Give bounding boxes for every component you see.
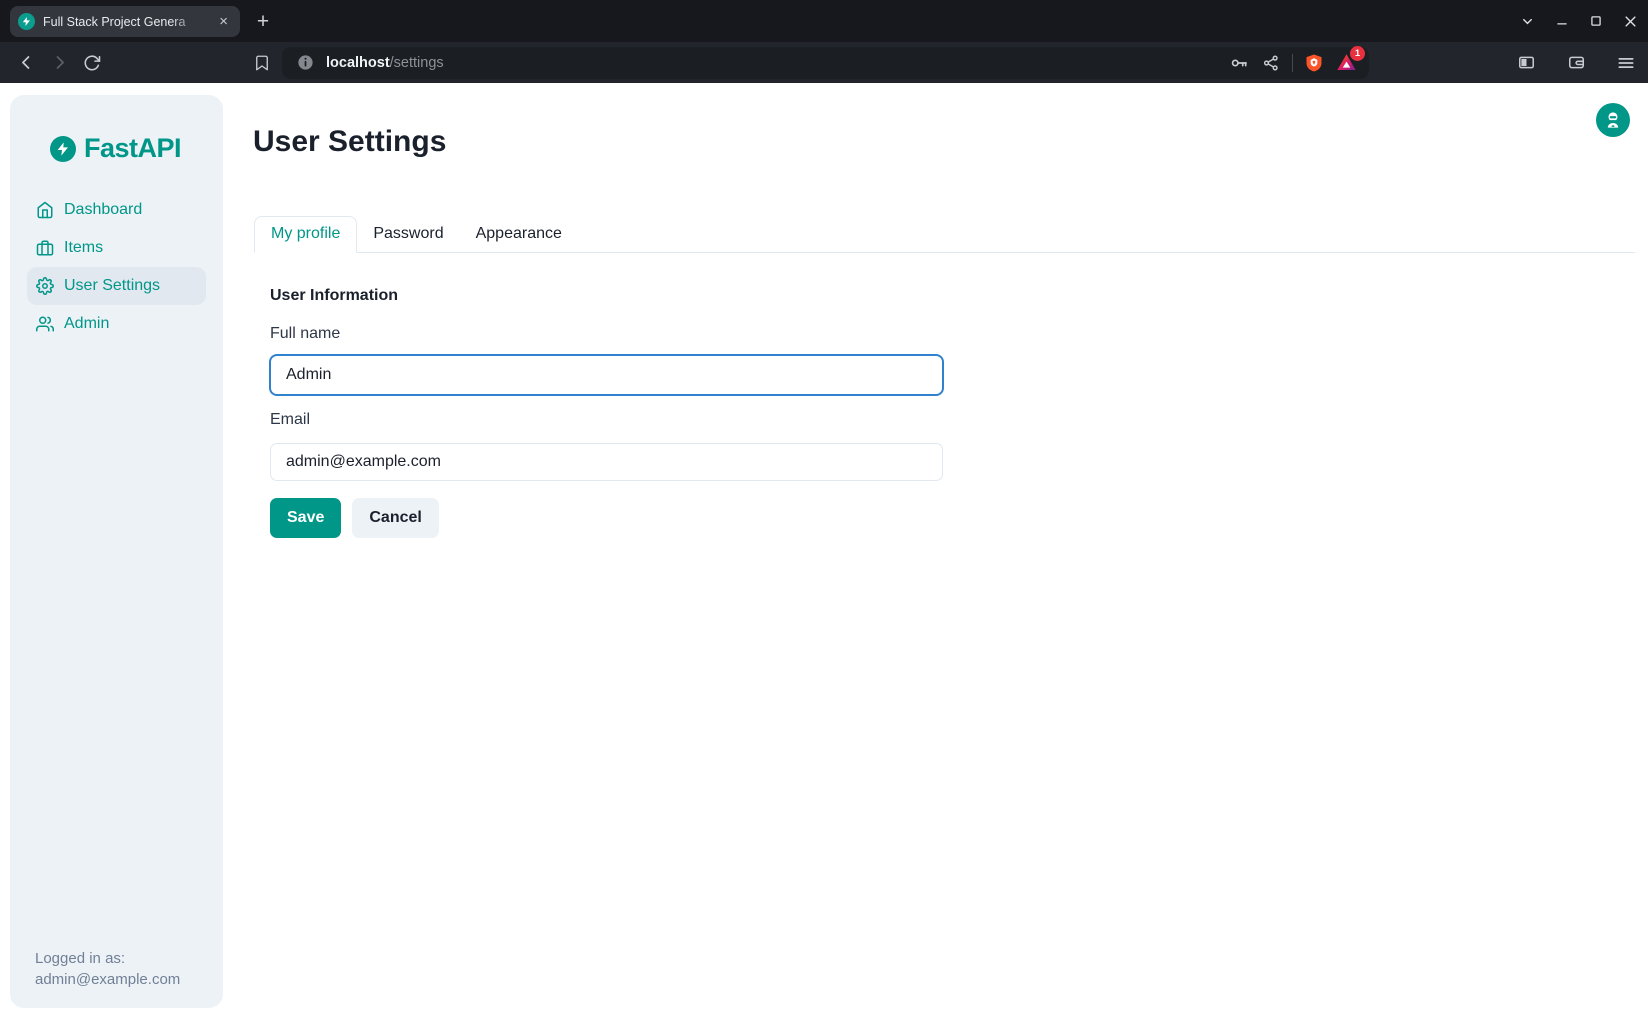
email-input[interactable]: [270, 443, 943, 481]
section-title: User Information: [270, 287, 398, 305]
maximize-button[interactable]: [1589, 14, 1603, 28]
browser-toolbar: localhost/settings 1: [0, 42, 1648, 83]
sidebar-item-user-settings[interactable]: User Settings: [27, 267, 206, 305]
new-tab-button[interactable]: +: [250, 9, 276, 35]
save-button[interactable]: Save: [270, 498, 341, 538]
sidebar-panel-icon[interactable]: [1514, 51, 1538, 75]
site-info-icon[interactable]: [294, 52, 316, 74]
bookmark-icon[interactable]: [250, 51, 274, 75]
page-title: User Settings: [253, 125, 446, 159]
toolbar-divider: [1292, 54, 1293, 72]
sidebar-item-dashboard[interactable]: Dashboard: [27, 191, 206, 229]
window-controls: [1520, 0, 1638, 42]
logged-in-email: admin@example.com: [35, 969, 180, 990]
fastapi-favicon-icon: [18, 13, 35, 30]
home-icon: [36, 201, 54, 219]
app-page: FastAPI Dashboard Items User Settings: [0, 83, 1648, 1025]
sidebar-item-label: Dashboard: [64, 201, 142, 219]
wallet-icon[interactable]: [1564, 51, 1588, 75]
logged-in-info: Logged in as: admin@example.com: [35, 948, 180, 990]
full-name-label: Full name: [270, 325, 340, 343]
back-button[interactable]: [14, 51, 38, 75]
user-menu-button[interactable]: [1596, 103, 1630, 137]
full-name-input[interactable]: [270, 355, 943, 395]
address-bar[interactable]: localhost/settings 1: [282, 47, 1369, 79]
tab-my-profile[interactable]: My profile: [254, 216, 357, 253]
tab-title: Full Stack Project Genera: [43, 15, 207, 29]
toolbar-right-icons: [1514, 51, 1638, 75]
email-label: Email: [270, 411, 310, 429]
fastapi-logo-icon: [50, 136, 76, 162]
share-icon[interactable]: [1260, 52, 1282, 74]
sidebar-item-admin[interactable]: Admin: [27, 305, 206, 343]
briefcase-icon: [36, 239, 54, 257]
users-icon: [36, 315, 54, 333]
sidebar-item-label: Admin: [64, 315, 109, 333]
fastapi-logo: FastAPI: [50, 133, 223, 164]
forward-button[interactable]: [47, 51, 71, 75]
tab-password[interactable]: Password: [357, 217, 459, 252]
brave-rewards-icon[interactable]: 1: [1335, 52, 1357, 74]
url-host: localhost: [326, 55, 390, 71]
sidebar: FastAPI Dashboard Items User Settings: [10, 95, 223, 1008]
logged-in-label: Logged in as:: [35, 948, 180, 969]
rewards-badge: 1: [1350, 46, 1365, 61]
brand-name: FastAPI: [84, 133, 181, 164]
form-actions: Save Cancel: [270, 498, 439, 538]
sidebar-item-label: User Settings: [64, 277, 160, 295]
tab-appearance[interactable]: Appearance: [460, 217, 578, 252]
user-astronaut-icon: [1603, 110, 1623, 130]
url-path: /settings: [390, 55, 444, 71]
browser-tab[interactable]: Full Stack Project Genera ×: [10, 6, 240, 37]
url-text: localhost/settings: [326, 55, 444, 71]
reload-button[interactable]: [80, 51, 104, 75]
menu-hamburger-icon[interactable]: [1614, 51, 1638, 75]
tab-close-icon[interactable]: ×: [215, 12, 232, 31]
chevron-down-icon[interactable]: [1520, 14, 1535, 29]
sidebar-item-label: Items: [64, 239, 103, 257]
brave-shield-icon[interactable]: [1303, 52, 1325, 74]
sidebar-nav: Dashboard Items User Settings Admin: [10, 191, 223, 343]
cancel-button[interactable]: Cancel: [352, 498, 438, 538]
settings-tabs: My profile Password Appearance: [254, 216, 1635, 253]
sidebar-item-items[interactable]: Items: [27, 229, 206, 267]
browser-tab-strip: Full Stack Project Genera × +: [0, 0, 1648, 42]
minimize-button[interactable]: [1555, 14, 1569, 28]
password-key-icon[interactable]: [1228, 52, 1250, 74]
close-window-button[interactable]: [1623, 14, 1638, 29]
gear-icon: [36, 277, 54, 295]
